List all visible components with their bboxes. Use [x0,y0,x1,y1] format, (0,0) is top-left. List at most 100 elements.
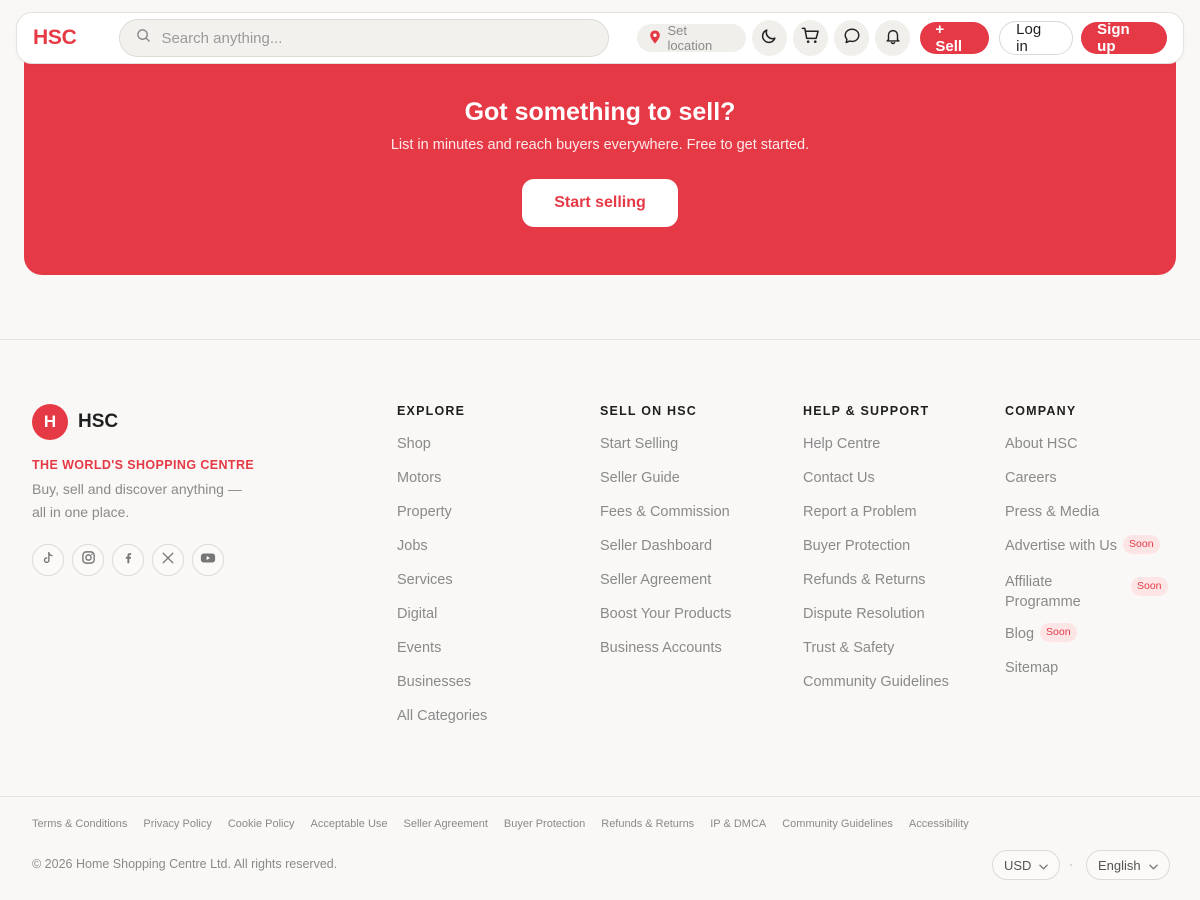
search-bar[interactable] [119,19,610,57]
column-heading: HELP & SUPPORT [803,404,930,418]
set-location-button[interactable]: Set location [637,23,746,53]
footer-link[interactable]: Contact Us [803,469,949,503]
logo[interactable]: HSC [33,26,103,50]
legal-link[interactable]: IP & DMCA [710,818,766,830]
chat-icon [843,27,861,50]
language-select[interactable]: English [1086,850,1170,880]
footer-link[interactable]: Motors [397,469,487,503]
x-icon [161,551,175,570]
top-navbar: HSC Set location + Sell Log in Sign up [16,12,1184,64]
footer-link[interactable]: Services [397,571,487,605]
youtube-link[interactable] [192,544,224,576]
instagram-icon [81,550,96,570]
footer-link[interactable]: Community Guidelines [803,673,949,707]
footer-link[interactable]: Jobs [397,537,487,571]
legal-links: Terms & Conditions Privacy Policy Cookie… [32,818,969,830]
legal-link[interactable]: Accessibility [909,818,969,830]
banner-subtitle: List in minutes and reach buyers everywh… [390,137,810,153]
legal-link[interactable]: Terms & Conditions [32,818,127,830]
footer-link[interactable]: Blog Soon [1005,623,1168,659]
footer-link[interactable]: Help Centre [803,435,949,469]
footer-link[interactable]: Events [397,639,487,673]
soon-badge: Soon [1131,577,1168,596]
legal-link[interactable]: Community Guidelines [782,818,893,830]
cart-button[interactable] [792,20,828,56]
brand-tagline: THE WORLD'S SHOPPING CENTRE [32,458,255,472]
footer-link[interactable]: Digital [397,605,487,639]
footer-column-sell: SELL ON HSC Start Selling Seller Guide F… [600,404,731,673]
footer-link[interactable]: Businesses [397,673,487,707]
footer-link[interactable]: Seller Dashboard [600,537,731,571]
start-selling-button[interactable]: Start selling [522,179,678,227]
sell-button[interactable]: + Sell [920,21,990,55]
separator-dot [1070,864,1072,866]
footer-column-company: COMPANY About HSC Careers Press & Media … [1005,404,1168,693]
column-heading: SELL ON HSC [600,404,698,418]
location-pin-icon [649,30,661,47]
footer-column-help: HELP & SUPPORT Help Centre Contact Us Re… [803,404,949,707]
footer-link[interactable]: Refunds & Returns [803,571,949,605]
tiktok-icon [41,551,55,570]
currency-value: USD [1004,857,1032,873]
sell-banner: Got something to sell? List in minutes a… [24,40,1176,275]
legal-link[interactable]: Privacy Policy [143,818,211,830]
signup-button[interactable]: Sign up [1081,21,1167,55]
language-value: English [1098,857,1141,873]
footer-link[interactable]: Property [397,503,487,537]
soon-badge: Soon [1040,623,1077,642]
footer-link[interactable]: Seller Guide [600,469,731,503]
social-links [32,544,292,576]
footer-link[interactable]: Business Accounts [600,639,731,673]
youtube-icon [200,551,216,570]
footer-link[interactable]: Advertise with Us Soon [1005,535,1168,571]
footer-bottom-divider [0,796,1200,797]
footer-link[interactable]: Careers [1005,469,1168,503]
footer-link[interactable]: Start Selling [600,435,731,469]
soon-badge: Soon [1123,535,1160,554]
search-input[interactable] [161,29,593,47]
legal-link[interactable]: Acceptable Use [310,818,387,830]
legal-link[interactable]: Seller Agreement [404,818,488,830]
footer-column-explore: EXPLORE Shop Motors Property Jobs Servic… [397,404,487,741]
facebook-icon [121,551,135,570]
footer-link[interactable]: Fees & Commission [600,503,731,537]
instagram-link[interactable] [72,544,104,576]
footer-link[interactable]: Dispute Resolution [803,605,949,639]
currency-select[interactable]: USD [992,850,1061,880]
footer-link[interactable]: All Categories [397,707,487,741]
column-heading: EXPLORE [397,404,466,418]
footer-link[interactable]: Press & Media [1005,503,1168,537]
location-label: Set location [667,23,713,53]
cart-icon [801,26,820,50]
bell-icon [884,27,902,50]
brand-logo-badge[interactable]: H [32,404,68,440]
chevron-down-icon [1148,858,1158,873]
search-icon [136,28,151,48]
footer-divider [0,339,1200,340]
footer-link[interactable]: Boost Your Products [600,605,731,639]
notifications-button[interactable] [875,20,911,56]
footer-link[interactable]: Affiliate Programme Soon [1005,571,1168,625]
legal-link[interactable]: Buyer Protection [504,818,585,830]
facebook-link[interactable] [112,544,144,576]
legal-link[interactable]: Refunds & Returns [601,818,694,830]
messages-button[interactable] [833,20,870,56]
theme-toggle-button[interactable] [751,20,787,56]
tiktok-link[interactable] [32,544,64,576]
x-link[interactable] [152,544,184,576]
moon-icon [760,27,778,50]
chevron-down-icon [1039,858,1049,873]
legal-link[interactable]: Cookie Policy [228,818,295,830]
footer-link[interactable]: Sitemap [1005,659,1168,693]
footer-link[interactable]: Buyer Protection [803,537,949,571]
footer-link[interactable]: About HSC [1005,435,1168,469]
copyright-text: © 2026 Home Shopping Centre Ltd. All rig… [32,857,338,871]
login-button[interactable]: Log in [999,21,1074,55]
brand-name: HSC [78,411,119,432]
footer-link[interactable]: Shop [397,435,487,469]
footer-link[interactable]: Seller Agreement [600,571,731,605]
banner-title: Got something to sell? [464,98,736,126]
column-heading: COMPANY [1005,404,1077,418]
footer-link[interactable]: Trust & Safety [803,639,949,673]
footer-link[interactable]: Report a Problem [803,503,949,537]
